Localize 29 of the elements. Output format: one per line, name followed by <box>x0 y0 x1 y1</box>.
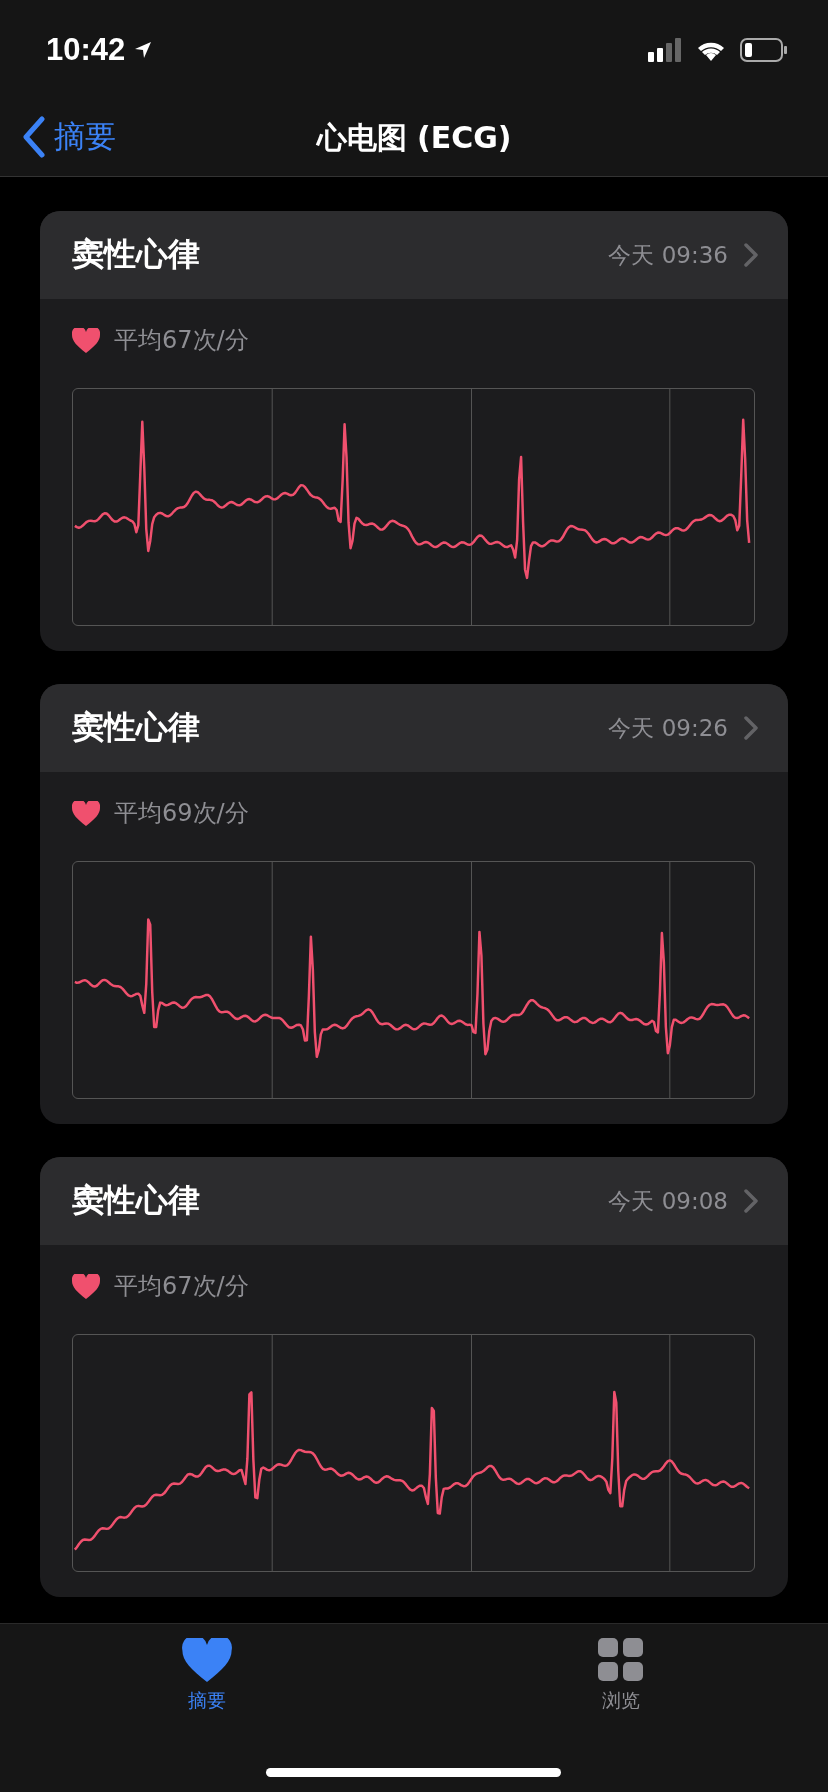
heart-icon <box>72 1273 100 1299</box>
average-heart-rate: 平均67次/分 <box>114 325 249 356</box>
clock-time: 10:42 <box>46 32 126 68</box>
battery-icon <box>740 38 788 62</box>
recording-header[interactable]: 窦性心律 今天 09:26 <box>40 684 788 772</box>
rhythm-title: 窦性心律 <box>72 707 201 748</box>
chevron-left-icon <box>22 116 46 158</box>
tab[interactable]: 浏览 <box>414 1624 828 1724</box>
recording-header[interactable]: 窦性心律 今天 09:08 <box>40 1157 788 1245</box>
chevron-right-icon <box>744 243 758 267</box>
signal-icon <box>648 38 682 62</box>
recording-time: 今天 09:36 <box>608 240 728 270</box>
chevron-right-icon <box>744 1189 758 1213</box>
location-arrow-icon <box>133 40 154 60</box>
rhythm-title: 窦性心律 <box>72 1180 201 1221</box>
average-heart-rate: 平均67次/分 <box>114 1271 249 1302</box>
average-heart-rate: 平均69次/分 <box>114 798 249 829</box>
chevron-right-icon <box>744 716 758 740</box>
back-button[interactable]: 摘要 <box>22 112 116 162</box>
grid-icon <box>598 1638 644 1682</box>
heart-icon <box>72 800 100 826</box>
tab[interactable]: 摘要 <box>0 1624 414 1724</box>
heart-icon <box>182 1638 232 1682</box>
recording-header[interactable]: 窦性心律 今天 09:36 <box>40 211 788 299</box>
rhythm-title: 窦性心律 <box>72 234 201 275</box>
recording-time: 今天 09:26 <box>608 713 728 743</box>
recording-time: 今天 09:08 <box>608 1186 728 1216</box>
heart-icon <box>72 327 100 353</box>
page-title: 心电图 (ECG) <box>315 119 513 157</box>
